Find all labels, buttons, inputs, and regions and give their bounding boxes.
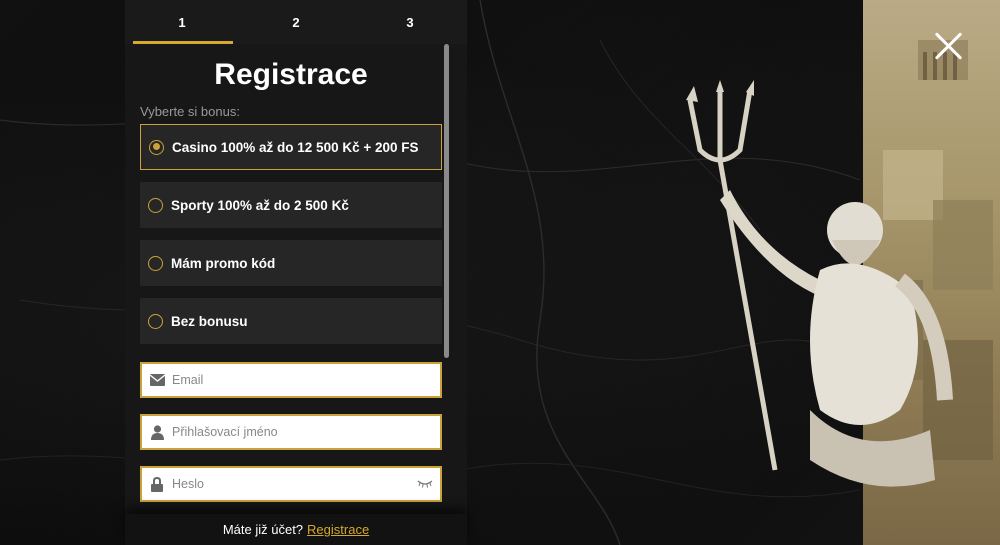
radio-selected-icon[interactable]	[149, 139, 164, 155]
bonus-option-label: Casino 100% až do 12 500 Kč + 200 FS	[172, 139, 419, 155]
bonus-option-label: Bez bonusu	[171, 313, 248, 329]
eye-closed-icon[interactable]	[410, 480, 440, 488]
step-tab-2[interactable]: 2	[239, 0, 353, 44]
email-input[interactable]	[172, 364, 440, 396]
lock-icon	[142, 476, 172, 492]
footer-prompt: Máte již účet?	[222, 522, 304, 537]
bonus-option-casino[interactable]: Casino 100% až do 12 500 Kč + 200 FS	[140, 124, 442, 170]
bonus-option-sports[interactable]: Sporty 100% až do 2 500 Kč	[140, 182, 442, 228]
footer-link[interactable]: Registrace	[307, 522, 369, 537]
user-icon	[142, 424, 172, 440]
panel-scrollbar[interactable]	[444, 44, 449, 358]
bonus-option-promo-code[interactable]: Mám promo kód	[140, 240, 442, 286]
bonus-label: Vyberte si bonus:	[140, 104, 240, 119]
radio-icon[interactable]	[148, 313, 163, 329]
registration-panel: Registrace Vyberte si bonus: Casino 100%…	[125, 44, 467, 514]
login-footer: Máte již účet? Registrace	[125, 514, 467, 545]
step-tab-3[interactable]: 3	[353, 0, 467, 44]
bonus-option-label: Sporty 100% až do 2 500 Kč	[171, 197, 349, 213]
bonus-option-label: Mám promo kód	[171, 255, 276, 271]
username-input[interactable]	[172, 416, 440, 448]
username-field	[140, 414, 442, 450]
registration-steps: 1 2 3	[125, 0, 467, 44]
step-tab-1[interactable]: 1	[125, 0, 239, 44]
radio-icon[interactable]	[148, 255, 163, 271]
email-field	[140, 362, 442, 398]
bonus-option-none[interactable]: Bez bonusu	[140, 298, 442, 344]
radio-icon[interactable]	[148, 197, 163, 213]
envelope-icon	[142, 374, 172, 386]
page-title: Registrace	[214, 58, 368, 91]
close-button[interactable]	[932, 30, 966, 64]
password-input[interactable]	[172, 468, 410, 500]
password-field	[140, 466, 442, 502]
poseidon-statue-image	[686, 80, 953, 487]
